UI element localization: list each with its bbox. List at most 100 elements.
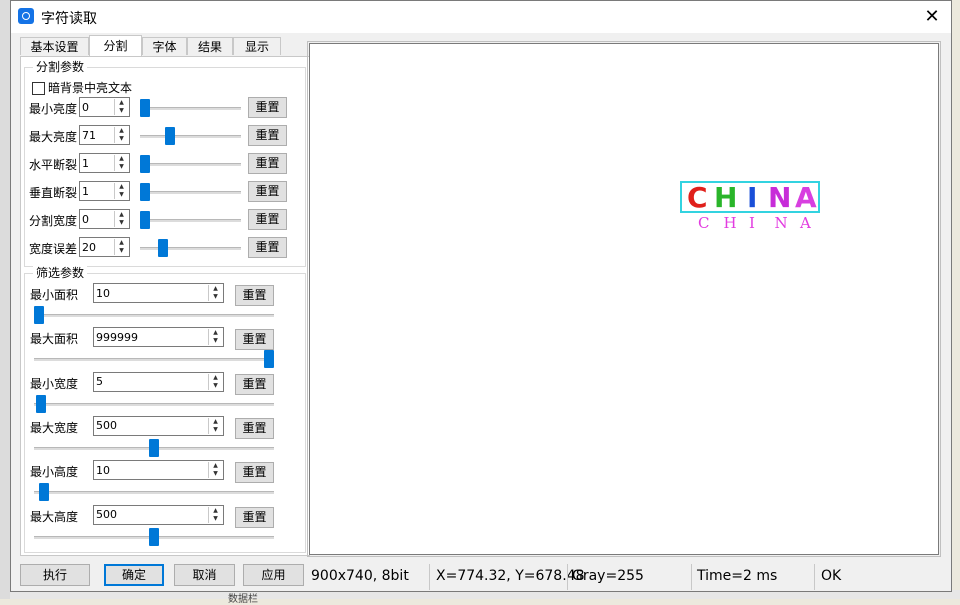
tab-result[interactable]: 结果 (187, 37, 233, 55)
spin-arrows[interactable]: ▲ ▼ (208, 329, 222, 346)
filter-slider-thumb[interactable] (264, 350, 274, 369)
down-arrow-icon[interactable]: ▼ (209, 337, 222, 345)
filter-slider-track[interactable] (34, 491, 274, 495)
filter-slider-thumb[interactable] (149, 438, 159, 457)
up-arrow-icon[interactable]: ▲ (115, 211, 128, 219)
spin-arrows[interactable]: ▲ ▼ (114, 99, 128, 115)
up-arrow-icon[interactable]: ▲ (209, 285, 222, 293)
execute-button[interactable]: 执行 (20, 564, 90, 586)
up-arrow-icon[interactable]: ▲ (115, 239, 128, 247)
filter-value-stepper[interactable]: ▲▼ (93, 371, 224, 392)
down-arrow-icon[interactable]: ▼ (115, 107, 128, 115)
spin-arrows[interactable]: ▲ ▼ (208, 506, 222, 523)
filter-slider-track[interactable] (34, 314, 274, 317)
segment-slider-track[interactable] (140, 247, 241, 250)
filter-reset-button[interactable]: 重置 (235, 285, 274, 306)
down-arrow-icon[interactable]: ▼ (209, 382, 222, 390)
segment-slider-thumb[interactable] (140, 183, 150, 201)
spin-arrows[interactable]: ▲ ▼ (114, 127, 128, 143)
filter-value-stepper-input[interactable] (95, 506, 208, 523)
segment-slider-thumb[interactable] (140, 211, 150, 229)
filter-reset-button[interactable]: 重置 (235, 329, 274, 351)
segment-value-stepper[interactable]: ▲▼ (79, 209, 130, 229)
filter-slider-thumb[interactable] (36, 394, 47, 413)
segment-reset-button[interactable]: 重置 (248, 237, 287, 258)
filter-value-stepper-input[interactable] (95, 329, 208, 346)
close-button[interactable]: ✕ (917, 3, 947, 31)
up-arrow-icon[interactable]: ▲ (209, 374, 222, 382)
down-arrow-icon[interactable]: ▼ (209, 426, 222, 434)
filter-value-stepper[interactable]: ▲▼ (93, 283, 224, 303)
tab-segment[interactable]: 分割 (89, 35, 142, 56)
down-arrow-icon[interactable]: ▼ (209, 515, 222, 523)
filter-slider-thumb[interactable] (34, 306, 44, 324)
filter-value-stepper[interactable]: ▲▼ (93, 504, 224, 525)
segment-slider-track[interactable] (140, 135, 241, 138)
segment-reset-button[interactable]: 重置 (248, 181, 287, 202)
filter-slider-track[interactable] (34, 402, 274, 406)
segment-value-stepper-input[interactable] (81, 239, 114, 255)
up-arrow-icon[interactable]: ▲ (115, 99, 128, 107)
segment-value-stepper-input[interactable] (81, 99, 114, 115)
filter-value-stepper[interactable]: ▲▼ (93, 460, 224, 481)
spin-arrows[interactable]: ▲ ▼ (208, 462, 222, 479)
tab-display[interactable]: 显示 (233, 37, 281, 55)
segment-value-stepper[interactable]: ▲▼ (79, 97, 130, 117)
spin-arrows[interactable]: ▲ ▼ (114, 211, 128, 227)
segment-slider-thumb[interactable] (158, 239, 169, 257)
segment-slider-track[interactable] (140, 219, 241, 222)
tab-basic-settings[interactable]: 基本设置 (20, 37, 89, 55)
spin-arrows[interactable]: ▲ ▼ (208, 285, 222, 301)
filter-slider-thumb[interactable] (38, 483, 49, 502)
tab-font[interactable]: 字体 (142, 37, 187, 55)
filter-reset-button[interactable]: 重置 (235, 506, 274, 528)
segment-reset-button[interactable]: 重置 (248, 209, 287, 230)
down-arrow-icon[interactable]: ▼ (209, 293, 222, 301)
segment-value-stepper-input[interactable] (81, 211, 114, 227)
spin-arrows[interactable]: ▲ ▼ (114, 239, 128, 255)
cancel-button[interactable]: 取消 (174, 564, 235, 586)
filter-reset-button[interactable]: 重置 (235, 417, 274, 439)
segment-reset-button[interactable]: 重置 (248, 97, 287, 118)
segment-value-stepper-input[interactable] (81, 127, 114, 143)
filter-value-stepper-input[interactable] (95, 373, 208, 390)
ok-button[interactable]: 确定 (104, 564, 164, 586)
segment-slider-thumb[interactable] (140, 99, 150, 117)
spin-arrows[interactable]: ▲ ▼ (208, 417, 222, 434)
filter-value-stepper-input[interactable] (95, 285, 208, 301)
down-arrow-icon[interactable]: ▼ (115, 135, 128, 143)
up-arrow-icon[interactable]: ▲ (209, 507, 222, 515)
filter-value-stepper-input[interactable] (95, 417, 208, 434)
filter-value-stepper[interactable]: ▲▼ (93, 415, 224, 436)
up-arrow-icon[interactable]: ▲ (115, 127, 128, 135)
segment-slider-track[interactable] (140, 163, 241, 166)
segment-slider-track[interactable] (140, 107, 241, 110)
dark-bg-light-text-option[interactable]: 暗背景中亮文本 (32, 79, 132, 96)
filter-reset-button[interactable]: 重置 (235, 462, 274, 484)
down-arrow-icon[interactable]: ▼ (209, 470, 222, 478)
up-arrow-icon[interactable]: ▲ (115, 183, 128, 191)
title-bar[interactable]: 字符读取 ✕ (11, 1, 951, 33)
down-arrow-icon[interactable]: ▼ (115, 163, 128, 171)
filter-value-stepper-input[interactable] (95, 462, 208, 479)
spin-arrows[interactable]: ▲ ▼ (114, 183, 128, 199)
apply-button[interactable]: 应用 (243, 564, 304, 586)
down-arrow-icon[interactable]: ▼ (115, 247, 128, 255)
segment-value-stepper-input[interactable] (81, 155, 114, 171)
segment-slider-thumb[interactable] (140, 155, 150, 173)
down-arrow-icon[interactable]: ▼ (115, 219, 128, 227)
segment-reset-button[interactable]: 重置 (248, 125, 287, 146)
segment-slider-track[interactable] (140, 191, 241, 194)
segment-value-stepper[interactable]: ▲▼ (79, 153, 130, 173)
up-arrow-icon[interactable]: ▲ (115, 155, 128, 163)
segment-value-stepper[interactable]: ▲▼ (79, 237, 130, 257)
segment-value-stepper[interactable]: ▲▼ (79, 125, 130, 145)
dark-bg-checkbox[interactable] (32, 82, 45, 95)
segment-reset-button[interactable]: 重置 (248, 153, 287, 174)
filter-slider-thumb[interactable] (149, 527, 159, 546)
segment-value-stepper[interactable]: ▲▼ (79, 181, 130, 201)
segment-slider-thumb[interactable] (165, 127, 176, 145)
spin-arrows[interactable]: ▲ ▼ (114, 155, 128, 171)
segment-value-stepper-input[interactable] (81, 183, 114, 199)
image-view[interactable]: CHINA CHINA (309, 43, 939, 555)
